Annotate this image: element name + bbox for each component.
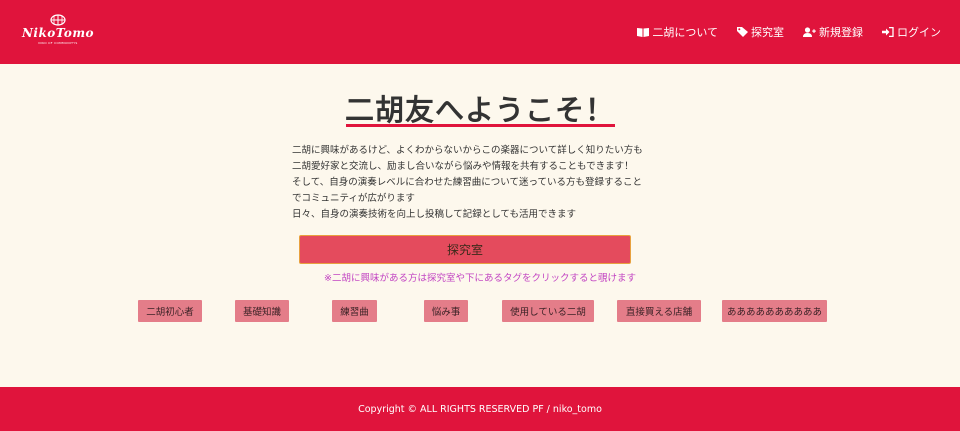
page-title: 二胡友へようこそ！ — [344, 93, 615, 127]
copyright-text: Copyright © ALL RIGHTS RESERVED PF / nik… — [358, 403, 602, 415]
intro-line: 二胡に興味があるけど、よくわからないからこの楽器について詳しく知りたい方も — [292, 145, 643, 156]
lantern-icon — [50, 14, 66, 26]
user-plus-icon — [803, 27, 816, 37]
logo-subtitle: NIKO OF COMMUNITYS — [38, 41, 78, 45]
explore-note: ※二胡に興味がある方は探究室や下にあるタグをクリックすると覗けます — [324, 273, 636, 284]
nav-explore-label: 探究室 — [751, 26, 784, 39]
intro-line: 日々、自身の演奏技術を向上し投稿して記録としても活用できます — [292, 209, 576, 220]
tag-used-erhu[interactable]: 使用している二胡 — [502, 300, 594, 322]
tag-misc[interactable]: ああああああああああ — [722, 300, 827, 322]
nav-register-label: 新規登録 — [819, 26, 863, 39]
book-icon — [637, 28, 650, 37]
tag-stores[interactable]: 直接買える店舗 — [617, 300, 701, 322]
tag-basic-knowledge[interactable]: 基礎知識 — [235, 300, 289, 322]
site-footer: Copyright © ALL RIGHTS RESERVED PF / nik… — [0, 387, 960, 431]
nav-about-erhu-label: 二胡について — [652, 26, 718, 39]
intro-line: でコミュニティが広がります — [292, 193, 415, 204]
intro-text: 二胡に興味があるけど、よくわからないからこの楽器について詳しく知りたい方も 二胡… — [292, 143, 672, 223]
main-nav: 二胡について 探究室 新規登録 ログイン — [637, 0, 941, 64]
site-header: NikoTomo NIKO OF COMMUNITYS 二胡について 探究室 新… — [0, 0, 960, 64]
nav-login-label: ログイン — [897, 26, 941, 39]
nav-explore[interactable]: 探究室 — [737, 24, 784, 40]
logo-text: NikoTomo — [21, 26, 95, 40]
nav-login[interactable]: ログイン — [882, 24, 941, 40]
nav-register[interactable]: 新規登録 — [803, 24, 863, 40]
nav-about-erhu[interactable]: 二胡について — [637, 24, 718, 40]
tag-icon — [737, 27, 748, 37]
explore-button[interactable]: 探究室 — [299, 235, 631, 264]
intro-line: そして、自身の演奏レベルに合わせた練習曲について迷っている方も登録すること — [292, 177, 642, 188]
intro-line: 二胡愛好家と交流し、励まし合いながら悩みや情報を共有することもできます！ — [292, 161, 634, 172]
sign-in-icon — [882, 27, 894, 37]
tag-etudes[interactable]: 練習曲 — [332, 300, 377, 322]
site-logo[interactable]: NikoTomo NIKO OF COMMUNITYS — [12, 14, 104, 48]
title-underline — [346, 124, 615, 127]
tag-beginner[interactable]: 二胡初心者 — [138, 300, 202, 322]
tag-worries[interactable]: 悩み事 — [424, 300, 468, 322]
